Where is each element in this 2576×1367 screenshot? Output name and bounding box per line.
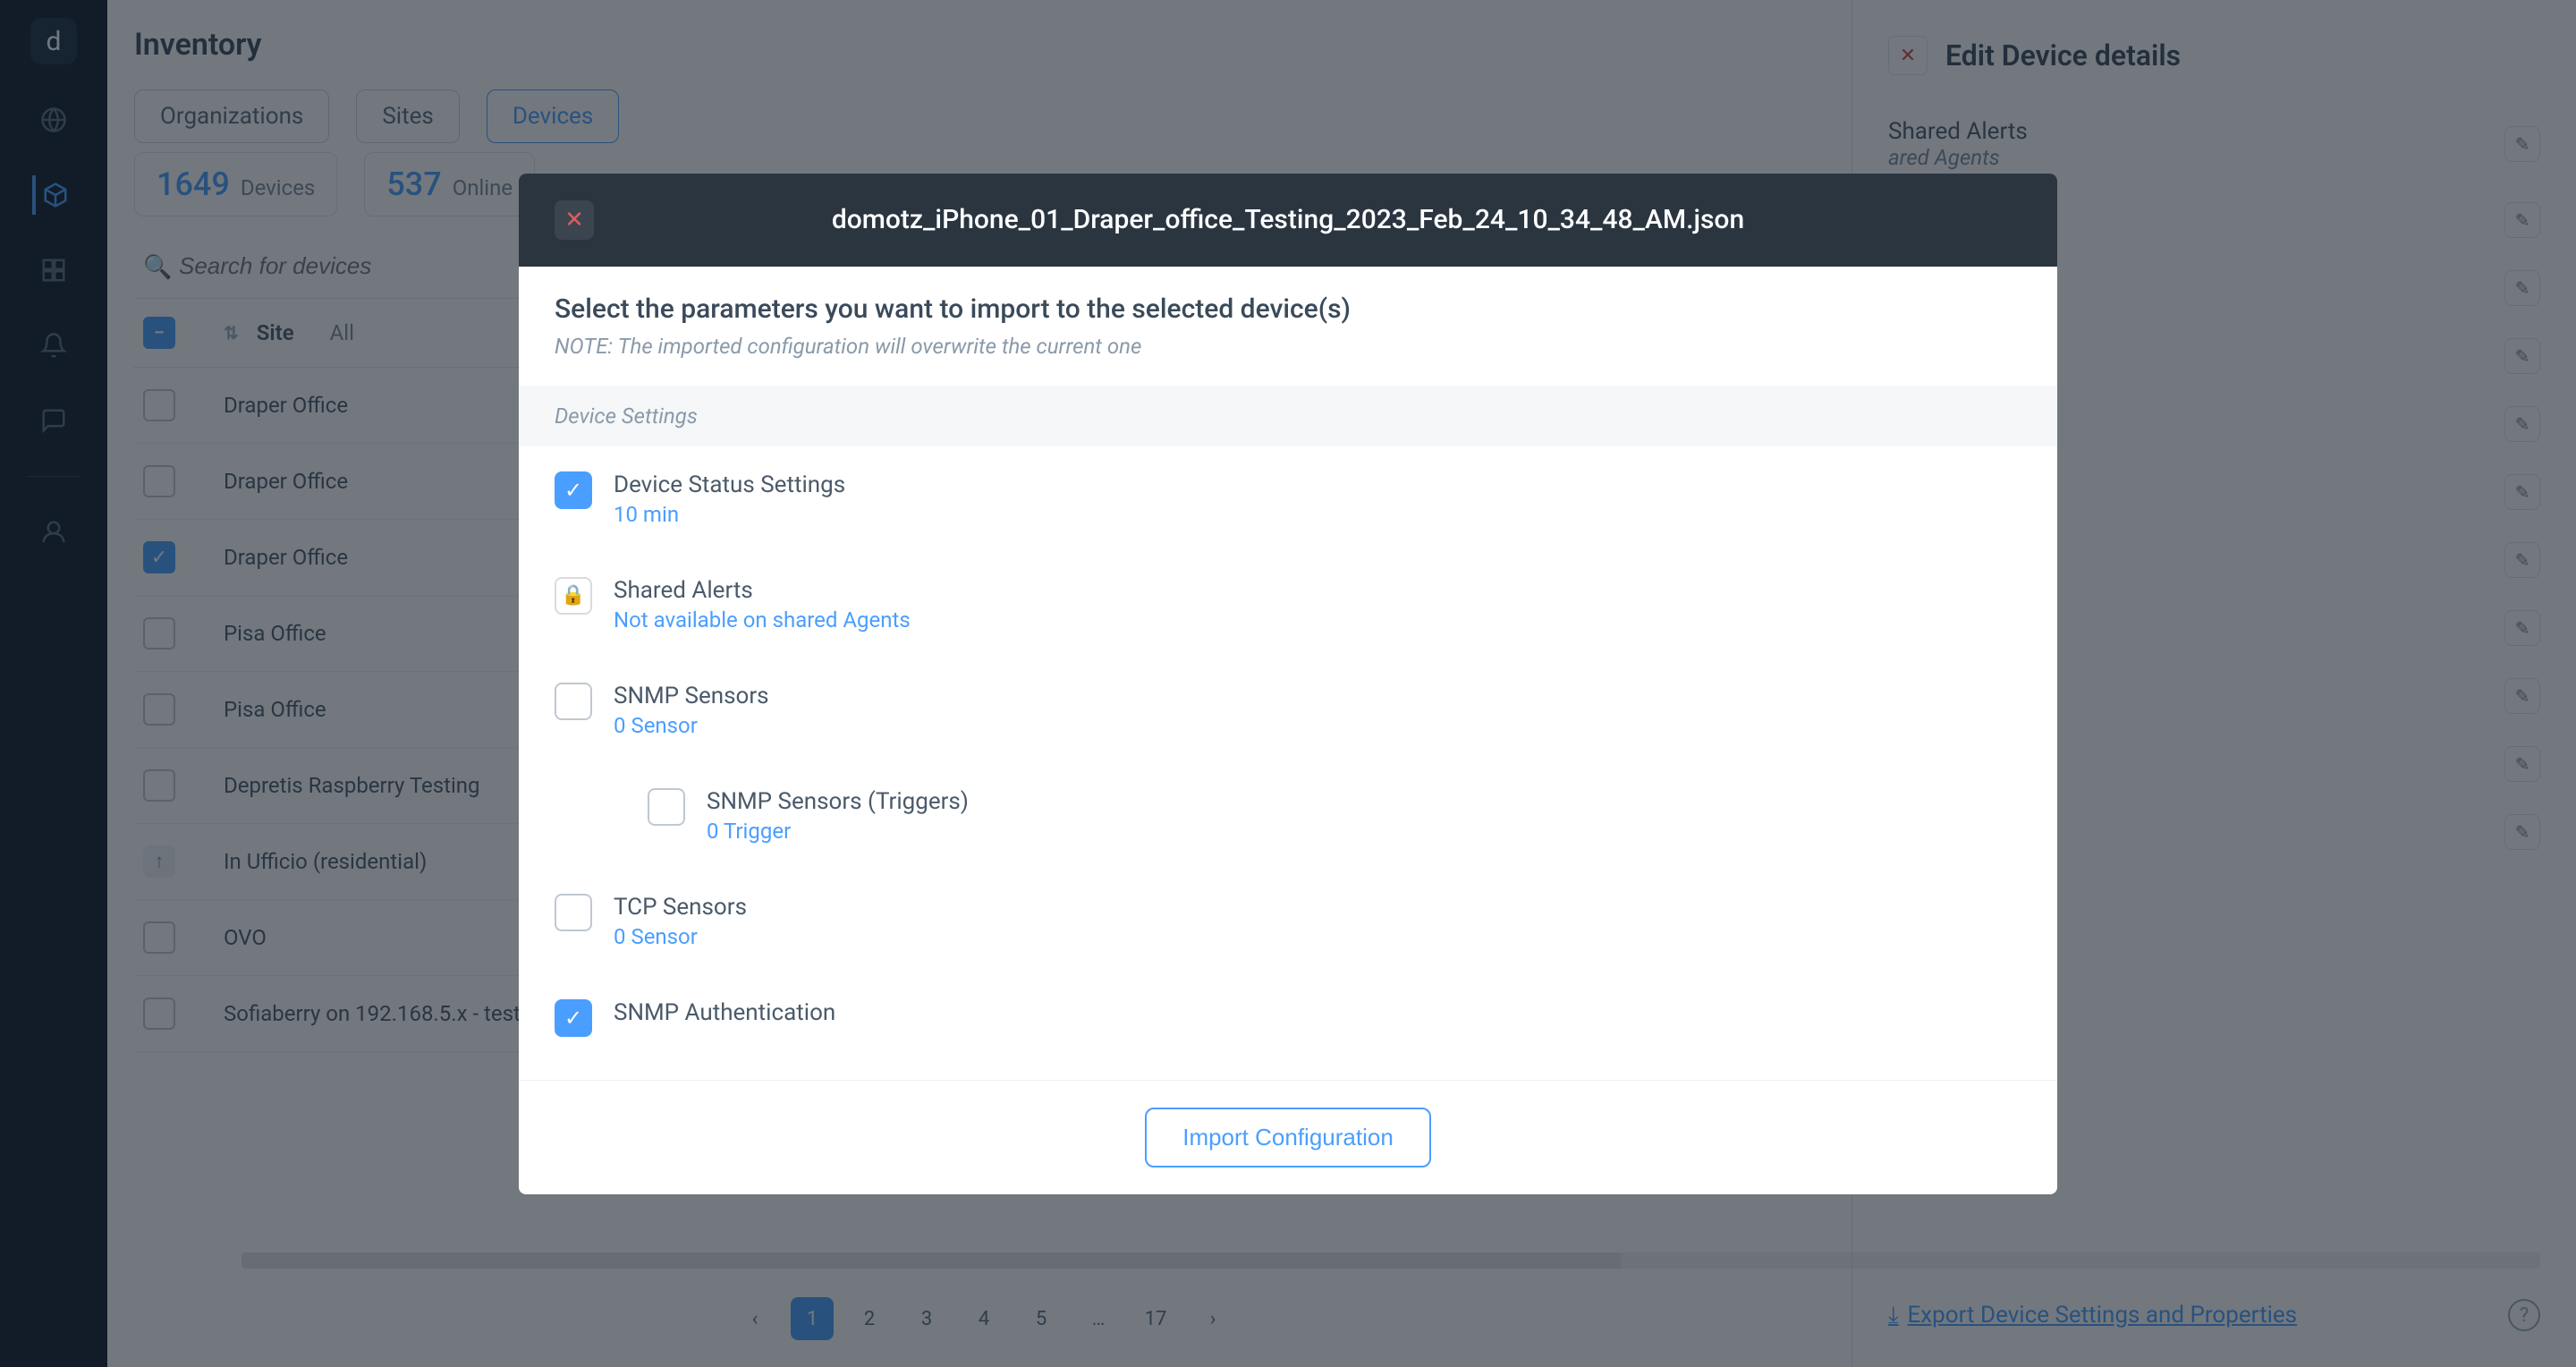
setting-value: 0 Trigger	[707, 819, 969, 844]
setting-checkbox[interactable]	[555, 894, 592, 931]
close-modal-button[interactable]: ✕	[555, 200, 594, 240]
setting-checkbox[interactable]: ✓	[555, 999, 592, 1037]
modal-instruction: Select the parameters you want to import…	[519, 293, 2057, 325]
setting-row: SNMP Sensors 0 Sensor	[555, 658, 2021, 763]
setting-title: SNMP Sensors (Triggers)	[707, 788, 969, 815]
setting-title: Device Status Settings	[614, 471, 845, 498]
setting-value: 0 Sensor	[614, 713, 769, 738]
setting-title: Shared Alerts	[614, 577, 911, 604]
setting-value: 10 min	[614, 502, 845, 527]
setting-checkbox[interactable]	[648, 788, 685, 826]
setting-row: ✓ SNMP Authentication	[555, 974, 2021, 1062]
setting-value: 0 Sensor	[614, 924, 747, 949]
setting-title: TCP Sensors	[614, 894, 747, 921]
modal-filename: domotz_iPhone_01_Draper_office_Testing_2…	[621, 204, 2021, 235]
setting-row: 🔒 Shared Alerts Not available on shared Ag…	[555, 552, 2021, 658]
import-modal: ✕ domotz_iPhone_01_Draper_office_Testing…	[519, 174, 2057, 1194]
section-label: Device Settings	[519, 386, 2057, 446]
import-button[interactable]: Import Configuration	[1145, 1108, 1431, 1167]
setting-checkbox[interactable]	[555, 683, 592, 720]
setting-row: SNMP Sensors (Triggers) 0 Trigger	[555, 763, 2021, 869]
modal-overlay: ✕ domotz_iPhone_01_Draper_office_Testing…	[0, 0, 2576, 1367]
setting-title: SNMP Sensors	[614, 683, 769, 709]
setting-value: Not available on shared Agents	[614, 607, 911, 633]
setting-row: ✓ Device Status Settings 10 min	[555, 446, 2021, 552]
modal-header: ✕ domotz_iPhone_01_Draper_office_Testing…	[519, 174, 2057, 267]
lock-icon: 🔒	[555, 577, 592, 615]
setting-title: SNMP Authentication	[614, 999, 835, 1026]
modal-note: NOTE: The imported configuration will ov…	[519, 334, 2057, 359]
setting-checkbox[interactable]: ✓	[555, 471, 592, 509]
setting-row: TCP Sensors 0 Sensor	[555, 869, 2021, 974]
